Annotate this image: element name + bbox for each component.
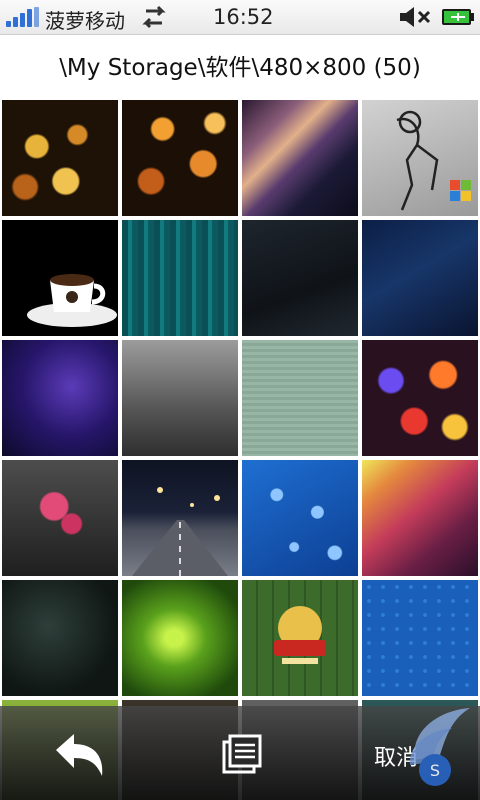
carrier-name: 菠萝移动 [45,9,125,33]
thumbnail-grid [0,100,480,800]
volume-mute-icon[interactable] [398,5,432,29]
watermark-logo: S [409,708,470,786]
thumbnail-green-brushed[interactable] [242,340,358,456]
thumbnail-teal-curtain[interactable] [122,220,238,336]
thumbnail-sketch-figure[interactable] [362,100,478,216]
clock: 16:52 [213,5,274,29]
sync-icon [142,5,166,29]
svg-text:S: S [430,761,440,780]
thumbnail-pink-waves[interactable] [362,460,478,576]
thumbnail-purple-streaks[interactable] [242,100,358,216]
thumbnail-dark-texture[interactable] [242,220,358,336]
thumbnail-bokeh-orange[interactable] [122,100,238,216]
thumbnail-water-drops[interactable] [242,460,358,576]
thumbnail-gray-metal[interactable] [122,340,238,456]
menu-list-icon[interactable] [210,732,270,782]
thumbnail-green-swirl[interactable] [122,580,238,696]
back-arrow-icon[interactable] [50,730,110,780]
signal-icon [6,7,40,27]
thumbnail-blue-sparkle[interactable] [362,220,478,336]
thumbnail-wood-logo[interactable] [242,580,358,696]
thumbnail-blue-pattern[interactable] [362,580,478,696]
thumbnail-night-road[interactable] [122,460,238,576]
thumbnail-purple-nebula[interactable] [2,340,118,456]
thumbnail-bokeh-gold[interactable] [2,100,118,216]
thumbnail-pink-flower[interactable] [2,460,118,576]
thumbnail-dark-swirl[interactable] [2,580,118,696]
battery-charging-icon [442,9,474,25]
page-title: \My Storage\软件\480×800 (50) [59,55,421,81]
thumbnail-coffee-cup[interactable] [2,220,118,336]
status-bar: 菠萝移动 16:52 [0,0,480,35]
thumbnail-colorful-bokeh[interactable] [362,340,478,456]
